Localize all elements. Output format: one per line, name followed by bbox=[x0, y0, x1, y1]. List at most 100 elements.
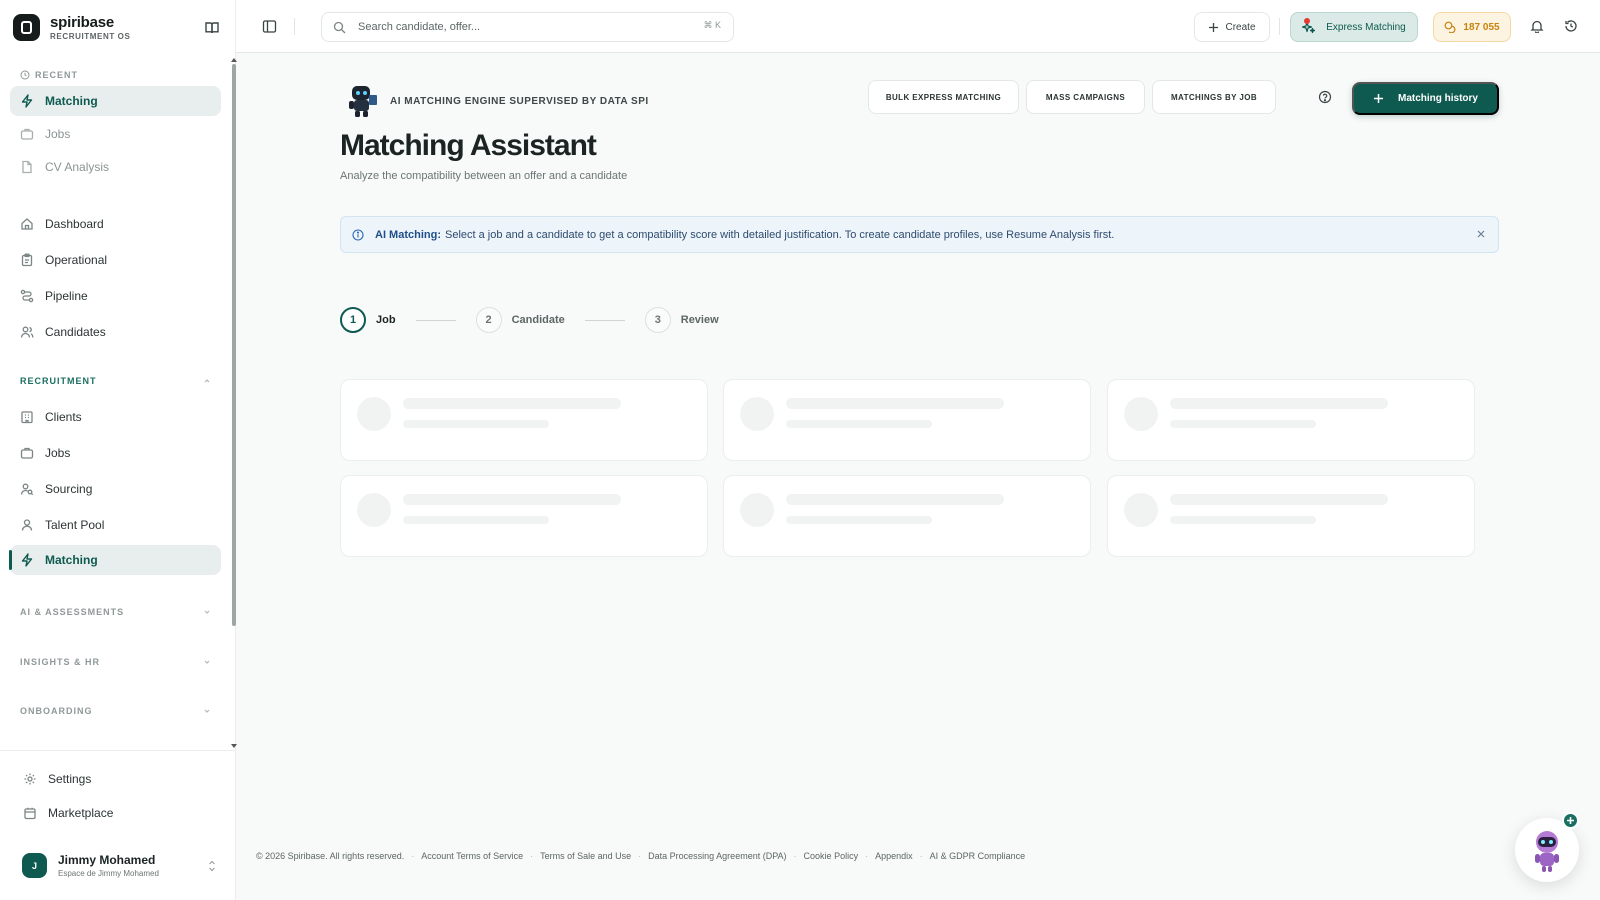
sidebar-toggle-icon[interactable] bbox=[262, 19, 277, 34]
sidebar-item-clients[interactable]: Clients bbox=[10, 402, 221, 432]
matching-history-label: Matching history bbox=[1397, 93, 1478, 104]
footer: © 2026 Spiribase. All rights reserved. ·… bbox=[256, 851, 1025, 861]
sidebar-item-candidates[interactable]: Candidates bbox=[10, 317, 221, 347]
footer-separator: · bbox=[865, 851, 869, 861]
sidebar-item-label: Candidates bbox=[45, 325, 106, 339]
search-input[interactable] bbox=[358, 21, 688, 33]
chevrons-up-down-icon[interactable] bbox=[206, 859, 218, 873]
avatar: J bbox=[22, 853, 47, 878]
plus-icon bbox=[1373, 93, 1384, 104]
chevron-up-icon bbox=[202, 376, 212, 386]
sidebar-item-label: Jobs bbox=[45, 446, 71, 460]
user-workspace: Espace de Jimmy Mohamed bbox=[58, 869, 159, 878]
chevron-down-icon bbox=[202, 607, 212, 617]
users-icon bbox=[20, 325, 34, 339]
sidebar-item-label: Sourcing bbox=[45, 482, 93, 496]
footer-link-cookie-policy[interactable]: Cookie Policy bbox=[804, 851, 859, 861]
sidebar: spiribase RECRUITMENT OS RECENT Matching… bbox=[0, 0, 237, 900]
skeleton-card bbox=[340, 475, 708, 557]
sidebar-item-operational[interactable]: Operational bbox=[10, 245, 221, 275]
assistant-plus-icon[interactable] bbox=[1562, 812, 1579, 829]
footer-separator: · bbox=[793, 851, 797, 861]
search-bar[interactable]: ⌘ K bbox=[321, 12, 734, 42]
recent-item-cv-analysis[interactable]: CV Analysis bbox=[10, 152, 221, 182]
recent-item-matching[interactable]: Matching bbox=[10, 86, 221, 116]
sidebar-item-pipeline[interactable]: Pipeline bbox=[10, 281, 221, 311]
briefcase-icon bbox=[20, 127, 34, 141]
alert-text: Select a job and a candidate to get a co… bbox=[445, 228, 1115, 241]
history-icon[interactable] bbox=[1564, 19, 1578, 33]
step-label: Candidate bbox=[511, 314, 565, 326]
skeleton-line bbox=[403, 494, 621, 505]
briefcase-icon bbox=[20, 446, 34, 460]
matchings-by-job-button[interactable]: MATCHINGS BY JOB bbox=[1152, 80, 1276, 114]
brand-name: spiribase bbox=[50, 13, 115, 31]
help-icon[interactable] bbox=[1318, 90, 1332, 104]
skeleton-line bbox=[403, 516, 549, 524]
footer-link-dpa[interactable]: Data Processing Agreement (DPA) bbox=[648, 851, 786, 861]
search-shortcut: ⌘ K bbox=[703, 20, 721, 30]
brand[interactable]: spiribase RECRUITMENT OS bbox=[13, 14, 130, 41]
clock-icon bbox=[20, 70, 30, 80]
page-subtitle: Analyze the compatibility between an off… bbox=[340, 170, 628, 182]
footer-link-appendix[interactable]: Appendix bbox=[875, 851, 913, 861]
skeleton-avatar bbox=[740, 493, 774, 527]
route-icon bbox=[20, 289, 34, 303]
brand-logo-icon bbox=[13, 14, 40, 41]
book-icon[interactable] bbox=[204, 20, 220, 36]
notification-dot bbox=[1304, 18, 1310, 24]
clipboard-icon bbox=[20, 253, 34, 267]
user-menu[interactable]: J Jimmy Mohamed Espace de Jimmy Mohamed bbox=[22, 853, 218, 878]
section-recruitment[interactable]: RECRUITMENT bbox=[20, 376, 212, 386]
credits-value: 187 055 bbox=[1463, 21, 1500, 33]
skeleton-line bbox=[786, 494, 1004, 505]
skeleton-line bbox=[1170, 398, 1388, 409]
bulk-express-matching-button[interactable]: BULK EXPRESS MATCHING bbox=[868, 80, 1019, 114]
footer-link-terms-of-sale[interactable]: Terms of Sale and Use bbox=[540, 851, 631, 861]
express-matching-button[interactable]: Express Matching bbox=[1290, 12, 1418, 42]
step-review[interactable]: 3 Review bbox=[644, 307, 719, 333]
sidebar-item-talent-pool[interactable]: Talent Pool bbox=[10, 510, 221, 540]
sidebar-item-label: Settings bbox=[48, 772, 92, 786]
mass-campaigns-button[interactable]: MASS CAMPAIGNS bbox=[1026, 80, 1145, 114]
divider bbox=[1279, 18, 1280, 35]
engine-label: AI MATCHING ENGINE SUPERVISED BY DATA SP… bbox=[390, 96, 649, 107]
sidebar-item-sourcing[interactable]: Sourcing bbox=[10, 474, 221, 504]
store-icon bbox=[23, 806, 37, 820]
sidebar-item-settings[interactable]: Settings bbox=[13, 764, 224, 794]
sidebar-item-label: Marketplace bbox=[48, 806, 114, 820]
sidebar-item-jobs[interactable]: Jobs bbox=[10, 438, 221, 468]
skeleton-card bbox=[723, 379, 1091, 461]
info-icon bbox=[352, 228, 364, 241]
section-label: ONBOARDING bbox=[20, 706, 93, 716]
skeleton-card bbox=[1107, 475, 1475, 557]
sidebar-item-label: Pipeline bbox=[45, 289, 88, 303]
sidebar-item-label: Matching bbox=[45, 553, 98, 567]
matching-history-button[interactable]: Matching history bbox=[1352, 82, 1499, 115]
sidebar-item-marketplace[interactable]: Marketplace bbox=[13, 798, 224, 828]
recent-item-jobs[interactable]: Jobs bbox=[10, 119, 221, 149]
section-insights-hr[interactable]: INSIGHTS & HR bbox=[20, 657, 212, 667]
step-connector bbox=[584, 319, 625, 321]
close-icon[interactable] bbox=[1476, 229, 1486, 239]
skeleton-line bbox=[786, 420, 932, 428]
sidebar-item-matching[interactable]: Matching bbox=[9, 545, 221, 575]
credits-badge[interactable]: 187 055 bbox=[1433, 12, 1511, 42]
skeleton-avatar bbox=[740, 397, 774, 431]
express-matching-label: Express Matching bbox=[1326, 21, 1406, 33]
footer-link-account-terms[interactable]: Account Terms of Service bbox=[421, 851, 523, 861]
section-ai-assessments[interactable]: AI & ASSESSMENTS bbox=[20, 607, 212, 617]
step-job[interactable]: 1 Job bbox=[340, 307, 396, 333]
file-icon bbox=[20, 160, 34, 174]
sidebar-item-dashboard[interactable]: Dashboard bbox=[10, 209, 221, 239]
step-connector bbox=[415, 319, 456, 321]
step-candidate[interactable]: 2 Candidate bbox=[475, 307, 565, 333]
skeleton-avatar bbox=[1124, 493, 1158, 527]
create-button[interactable]: Create bbox=[1194, 12, 1270, 42]
info-alert: AI Matching: Select a job and a candidat… bbox=[340, 216, 1499, 253]
user-name: Jimmy Mohamed bbox=[58, 853, 156, 867]
footer-link-ai-gdpr[interactable]: AI & GDPR Compliance bbox=[930, 851, 1026, 861]
bell-icon[interactable] bbox=[1530, 19, 1544, 34]
skeleton-card bbox=[723, 475, 1091, 557]
section-onboarding[interactable]: ONBOARDING bbox=[20, 706, 212, 716]
